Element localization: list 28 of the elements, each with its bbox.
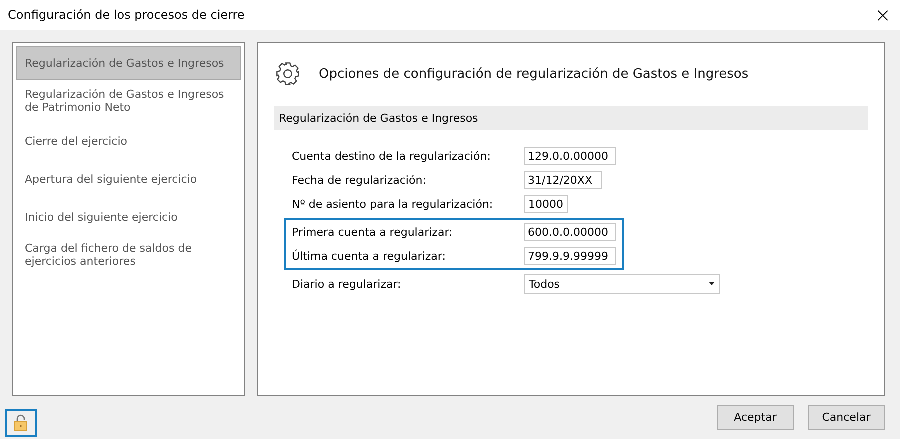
field-label: Nº de asiento para la regularización: [292,198,494,210]
sidebar-item[interactable]: Regularización de Gastos e Ingresos [16,46,241,80]
close-button[interactable]: × [868,0,898,30]
sidebar-item[interactable]: Apertura del siguiente ejercicio [16,162,241,196]
accept-button[interactable]: Aceptar [717,405,794,430]
section-header: Regularización de Gastos e Ingresos [274,106,868,130]
sidebar-item[interactable]: Cierre del ejercicio [16,124,241,158]
field-label: Diario a regularizar: [292,278,402,290]
field-label: Primera cuenta a regularizar: [292,226,454,238]
sidebar-item[interactable]: Inicio del siguiente ejercicio [16,200,241,234]
panel-heading: Opciones de configuración de regularización de Gastos e Ingresos [319,66,749,82]
field-label: Fecha de regularización: [292,174,428,186]
input-field[interactable]: 600.0.0.00000 [524,223,616,241]
dropdown-field[interactable]: Todos [524,274,720,294]
caret-icon [709,282,715,286]
field-label: Cuenta destino de la regularización: [292,150,492,162]
window-title: Configuración de los procesos de cierre [8,8,245,22]
sidebar-item[interactable]: Regularización de Gastos e Ingresos de Patrimonio Neto [16,84,241,118]
input-field[interactable]: 129.0.0.00000 [524,147,616,165]
lock-icon [14,414,28,432]
lock-button[interactable] [5,408,37,436]
sidebar-item[interactable]: Carga del fichero de saldos de ejercicios anteriores [16,238,241,272]
settings-icon [275,61,301,87]
cancel-button[interactable]: Cancelar [808,405,885,430]
field-label: Última cuenta a regularizar: [292,250,447,262]
input-field[interactable]: 31/12/20XX [524,171,602,189]
input-field[interactable]: 799.9.9.99999 [524,247,616,265]
input-field[interactable]: 10000 [524,195,568,213]
